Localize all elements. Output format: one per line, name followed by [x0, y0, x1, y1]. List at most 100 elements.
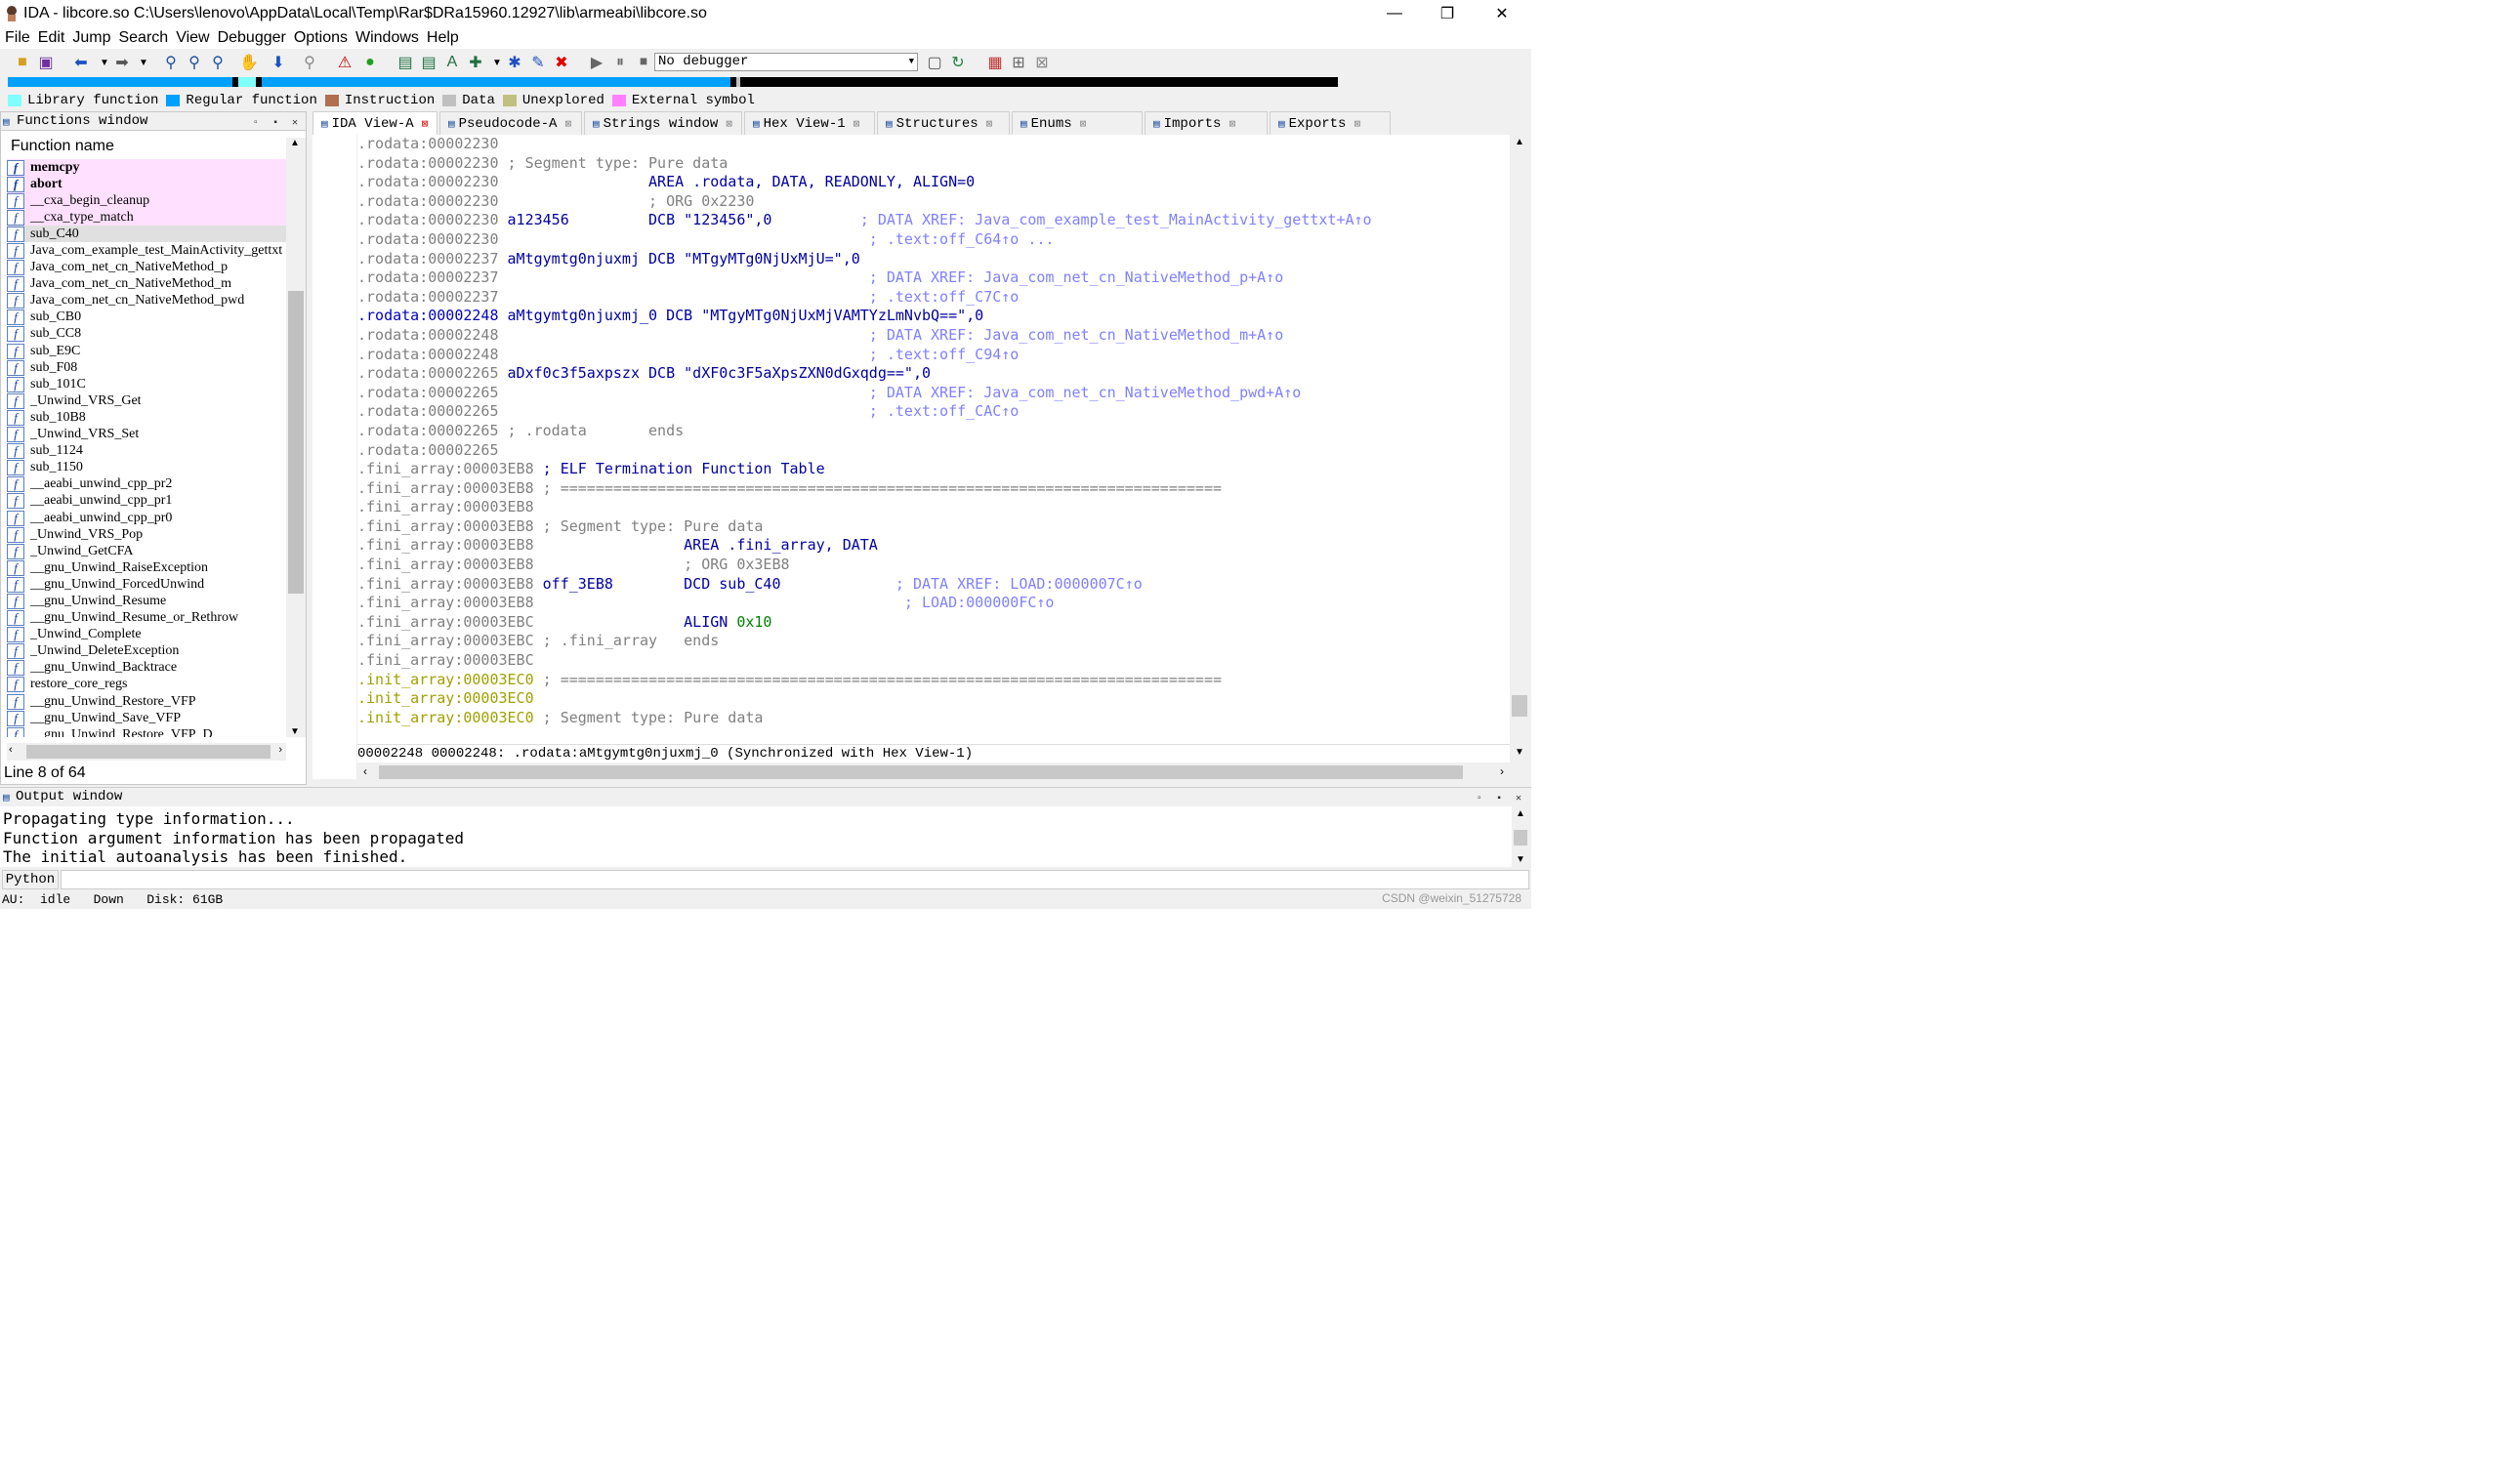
asterisk-icon[interactable]: ✱	[504, 52, 525, 73]
data-icon[interactable]: ▤	[418, 52, 439, 73]
disasm-line[interactable]: .init_array:00003EC0 ; =================…	[357, 671, 1510, 690]
python-button[interactable]: Python	[2, 870, 59, 889]
function-list-item[interactable]: f __gnu_Unwind_ForcedUnwind	[7, 576, 286, 593]
hand-icon[interactable]: ✋	[238, 52, 260, 73]
refresh-icon[interactable]: ↻	[947, 52, 969, 73]
tab-imports[interactable]: ▤ Imports ⊠	[1145, 111, 1268, 135]
maximize-button[interactable]: ❐	[1420, 0, 1475, 27]
forward-arrow-icon[interactable]: ➡	[111, 52, 133, 73]
open-folder-icon[interactable]: ■	[12, 52, 33, 73]
function-list-item[interactable]: f sub_CC8	[7, 326, 286, 343]
debugger-select[interactable]: No debugger ▼	[654, 53, 918, 71]
function-list-item[interactable]: f sub_10B8	[7, 409, 286, 426]
disasm-line[interactable]: .fini_array:00003EBC ; .fini_array ends	[357, 632, 1510, 651]
function-list-item[interactable]: f __gnu_Unwind_Backtrace	[7, 660, 286, 677]
function-list-item[interactable]: f sub_1124	[7, 443, 286, 460]
menu-file[interactable]: File	[0, 29, 33, 47]
function-list-hscrollbar[interactable]: ‹ ›	[7, 743, 286, 761]
disasm-line[interactable]: .rodata:00002230	[357, 135, 1510, 154]
disasm-line[interactable]: .rodata:00002230 AREA .rodata, DATA, REA…	[357, 173, 1510, 192]
function-list-item[interactable]: f Java_com_net_cn_NativeMethod_pwd	[7, 293, 286, 309]
disassembly-vscrollbar[interactable]: ▲ ▼	[1510, 135, 1529, 760]
function-list-item[interactable]: f Java_com_net_cn_NativeMethod_p	[7, 260, 286, 276]
disasm-line[interactable]: •.rodata:00002248 aMtgymtg0njuxmj_0 DCB …	[357, 307, 1510, 326]
function-list-item[interactable]: f _Unwind_VRS_Get	[7, 392, 286, 409]
disasm-line[interactable]: .fini_array:00003EBC	[357, 651, 1510, 671]
restore-icon[interactable]: ▫	[253, 114, 259, 133]
minimize-button[interactable]: —	[1367, 0, 1422, 27]
tab-close-icon[interactable]: ⊠	[1229, 117, 1235, 131]
function-list-item[interactable]: f sub_CB0	[7, 309, 286, 326]
close-button[interactable]: ✕	[1475, 0, 1529, 27]
tab-exports[interactable]: ▤ Exports ⊠	[1270, 111, 1391, 135]
search-disabled-icon[interactable]: ⚲	[299, 52, 320, 73]
function-list-item[interactable]: f sub_1150	[7, 460, 286, 476]
disasm-line[interactable]: .rodata:00002248 ; DATA XREF: Java_com_n…	[357, 326, 1510, 346]
disasm-line[interactable]: .init_array:00003EC0 ; Segment type: Pur…	[357, 709, 1510, 728]
scroll-down-icon[interactable]: ▼	[1515, 747, 1524, 758]
attach-icon[interactable]: ▢	[924, 52, 945, 73]
tab-strings-window[interactable]: ▤ Strings window ⊠	[584, 111, 742, 135]
function-list-item[interactable]: f __aeabi_unwind_cpp_pr0	[7, 510, 286, 526]
function-list-item[interactable]: f __cxa_type_match	[7, 209, 286, 227]
binoculars-immediate-icon[interactable]: ⚲	[207, 52, 229, 73]
edit-icon[interactable]: ✎	[527, 52, 549, 73]
disasm-line[interactable]: •.rodata:00002237 aMtgymtg0njuxmj DCB "M…	[357, 250, 1510, 269]
disasm-line[interactable]: •.fini_array:00003EBC ALIGN 0x10	[357, 613, 1510, 633]
function-list-item[interactable]: f abort	[7, 176, 286, 193]
tab-hex-view-1[interactable]: ▤ Hex View-1 ⊠	[744, 111, 875, 135]
function-list-item[interactable]: f restore_core_regs	[7, 677, 286, 693]
green-circle-icon[interactable]: ●	[359, 52, 381, 73]
disasm-line[interactable]: •.rodata:00002230 a123456 DCB "123456",0…	[357, 211, 1510, 230]
delete-icon[interactable]: ✖	[551, 52, 572, 73]
disasm-line[interactable]: .rodata:00002265 ; .rodata ends	[357, 422, 1510, 441]
disassembly-hscroll-thumb[interactable]	[379, 765, 1463, 779]
disasm-line[interactable]: .fini_array:00003EB8 ; LOAD:000000FC↑o	[357, 594, 1510, 613]
function-list-item[interactable]: f sub_F08	[7, 359, 286, 376]
tool-disabled-icon[interactable]: ⊠	[1031, 52, 1053, 73]
disasm-line[interactable]: .rodata:00002248 ; .text:off_C94↑o	[357, 346, 1510, 365]
tab-enums[interactable]: ▤ Enums ⊠	[1012, 111, 1143, 135]
tab-close-icon[interactable]: ⊠	[1354, 117, 1360, 131]
disasm-line[interactable]: .rodata:00002265 ; .text:off_CAC↑o	[357, 402, 1510, 422]
scroll-up-icon[interactable]: ▲	[1516, 808, 1525, 819]
disasm-line[interactable]: .fini_array:00003EB8	[357, 498, 1510, 517]
tab-close-icon[interactable]: ⊠	[422, 117, 429, 131]
disasm-line[interactable]: .rodata:00002265	[357, 441, 1510, 461]
output-scroll-thumb[interactable]	[1514, 830, 1527, 845]
menu-debugger[interactable]: Debugger	[213, 29, 289, 47]
output-scrollbar[interactable]: ▲ ▼	[1512, 806, 1529, 867]
binoculars-text-icon[interactable]: ⚲	[160, 52, 182, 73]
function-list-item[interactable]: f Java_com_example_test_MainActivity_gett…	[7, 242, 286, 260]
function-list-item[interactable]: f Java_com_net_cn_NativeMethod_m	[7, 276, 286, 293]
warning-icon[interactable]: ⚠	[334, 52, 355, 73]
menu-help[interactable]: Help	[422, 29, 462, 47]
tab-pseudocode-a[interactable]: ▤ Pseudocode-A ⊠	[439, 111, 582, 135]
scroll-down-icon[interactable]: ▼	[1516, 854, 1525, 865]
output-window[interactable]: Propagating type information... Function…	[0, 806, 1512, 867]
function-list-item[interactable]: f _Unwind_Complete	[7, 627, 286, 643]
function-list-item[interactable]: f _Unwind_DeleteException	[7, 643, 286, 660]
tab-close-icon[interactable]: ⊠	[986, 117, 993, 131]
stop-icon[interactable]: ⏹	[633, 52, 654, 73]
function-list-scroll-thumb[interactable]	[288, 291, 304, 594]
function-list-item[interactable]: f sub_C40	[7, 226, 286, 243]
disasm-line[interactable]: .fini_array:00003EB8 ; Segment type: Pur…	[357, 517, 1510, 537]
menu-view[interactable]: View	[171, 29, 212, 47]
tab-structures[interactable]: ▤ Structures ⊠	[877, 111, 1010, 135]
function-list-item[interactable]: f _Unwind_GetCFA	[7, 543, 286, 559]
forward-dropdown-icon[interactable]: ▼	[133, 52, 154, 73]
disasm-line[interactable]: •.rodata:00002265 aDxf0c3f5axpszx DCB "d…	[357, 364, 1510, 384]
function-name-column-header[interactable]: Function name	[11, 138, 114, 155]
disasm-line[interactable]: .rodata:00002265 ; DATA XREF: Java_com_n…	[357, 384, 1510, 403]
command-input[interactable]	[61, 870, 1529, 889]
tab-close-icon[interactable]: ⊠	[564, 117, 571, 131]
tab-close-icon[interactable]: ⊠	[1080, 117, 1087, 131]
flow-icon[interactable]: ⊞	[1008, 52, 1029, 73]
disasm-line[interactable]: .fini_array:00003EB8 ; ORG 0x3EB8	[357, 556, 1510, 575]
disasm-line[interactable]: .fini_array:00003EB8 ; =================…	[357, 479, 1510, 499]
menu-search[interactable]: Search	[113, 29, 171, 47]
disasm-line[interactable]: .rodata:00002230 ; Segment type: Pure da…	[357, 154, 1510, 174]
disasm-line[interactable]: .rodata:00002237 ; DATA XREF: Java_com_n…	[357, 268, 1510, 288]
function-list-item[interactable]: f __aeabi_unwind_cpp_pr2	[7, 476, 286, 493]
